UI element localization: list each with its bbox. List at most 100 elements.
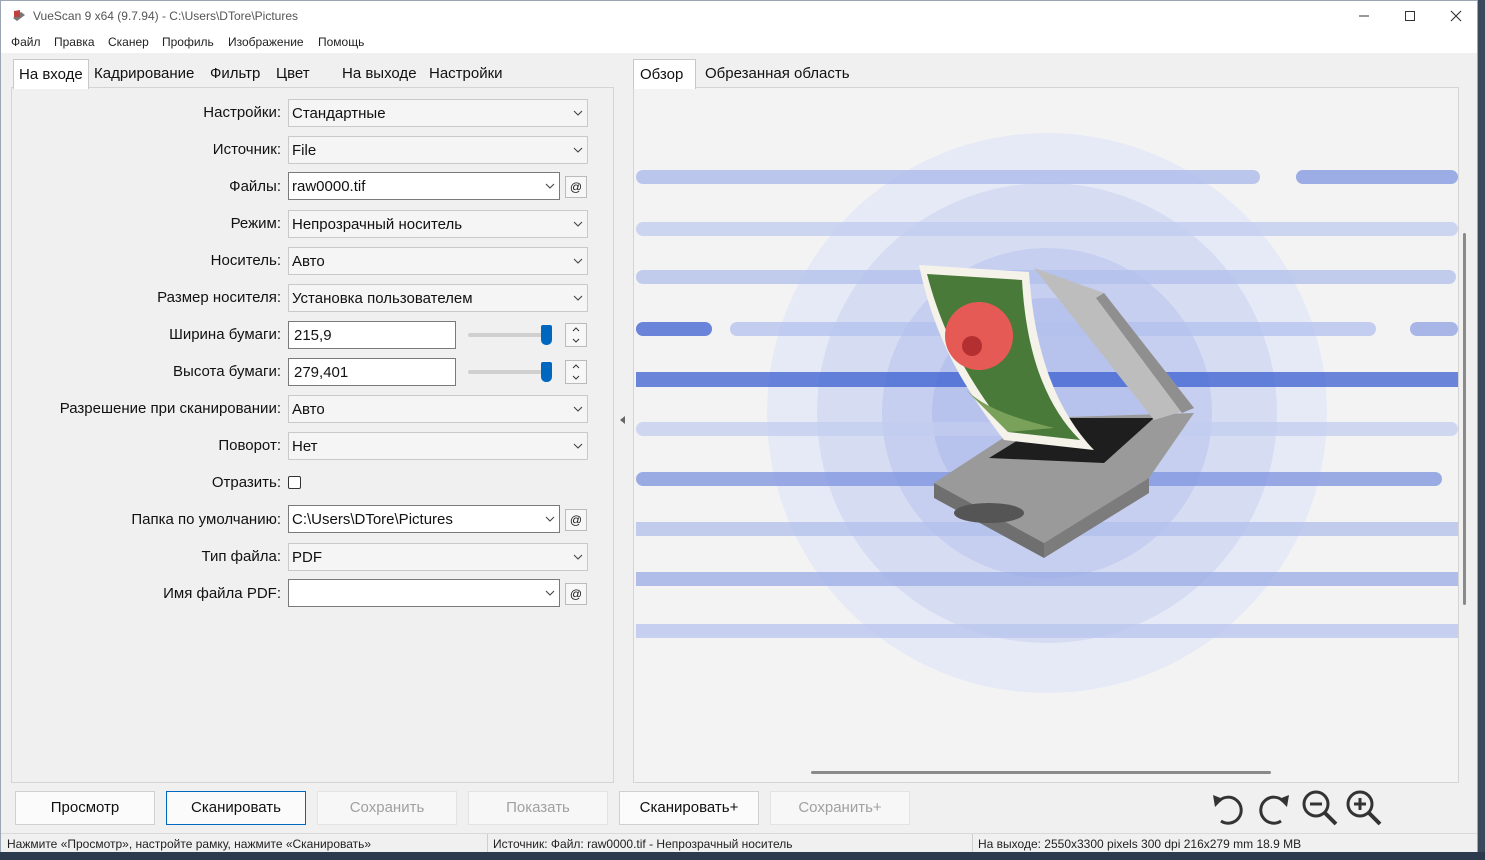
dropdown-arrow-icon (573, 258, 583, 264)
dropdown-arrow-icon (573, 221, 583, 227)
scan-plus-button[interactable]: Сканировать+ (619, 791, 759, 825)
spin-down-icon (572, 375, 580, 380)
media-select[interactable]: Авто (288, 247, 588, 275)
rotation-label: Поворот: (218, 437, 281, 454)
mode-select[interactable]: Непрозрачный носитель (288, 210, 588, 238)
zoom-in-icon[interactable] (1343, 787, 1385, 829)
preview-panel: Обзор Обрезанная область (633, 59, 1459, 783)
resolution-label: Разрешение при сканировании: (59, 400, 281, 417)
spin-up-icon (572, 364, 580, 369)
menu-help[interactable]: Помощь (318, 35, 364, 49)
default-folder-label: Папка по умолчанию: (131, 511, 281, 528)
rotation-value: Нет (292, 438, 318, 455)
paper-width-input[interactable]: 215,9 (288, 321, 456, 349)
paper-height-input[interactable]: 279,401 (288, 358, 456, 386)
desktop-background-strip (0, 852, 1485, 860)
paper-width-slider[interactable] (468, 333, 548, 337)
media-size-select[interactable]: Установка пользователем (288, 284, 588, 312)
zoom-out-icon[interactable] (1299, 787, 1341, 829)
mirror-checkbox[interactable] (288, 476, 301, 489)
spin-down-icon (572, 338, 580, 343)
dropdown-arrow-icon (573, 295, 583, 301)
preview-vertical-scrollbar[interactable] (1463, 233, 1466, 605)
tab-input[interactable]: На входе (13, 59, 89, 89)
file-type-label: Тип файла: (201, 548, 282, 565)
pdf-filename-at-button[interactable]: @ (565, 583, 587, 605)
input-tab-body: Настройки: Стандартные Источник: File Фа… (11, 87, 614, 783)
media-size-label: Размер носителя: (157, 289, 281, 306)
preview-button[interactable]: Просмотр (15, 791, 155, 825)
app-icon (13, 10, 25, 21)
tab-crop[interactable]: Кадрирование (89, 59, 199, 87)
source-label: Источник: (212, 141, 281, 158)
dropdown-arrow-icon (545, 516, 555, 522)
dropdown-arrow-icon (573, 147, 583, 153)
media-label: Носитель: (210, 252, 281, 269)
preview-area[interactable] (633, 87, 1459, 783)
scan-button[interactable]: Сканировать (166, 791, 306, 825)
menu-scanner[interactable]: Сканер (108, 35, 149, 49)
status-separator (972, 834, 973, 854)
mode-value: Непрозрачный носитель (292, 216, 463, 233)
tab-output[interactable]: На выходе (337, 59, 422, 87)
dropdown-arrow-icon (573, 406, 583, 412)
save-button[interactable]: Сохранить (317, 791, 457, 825)
maximize-button[interactable] (1387, 1, 1433, 31)
file-type-value: PDF (292, 549, 322, 566)
tab-preview[interactable]: Обзор (633, 59, 697, 89)
menu-profile[interactable]: Профиль (162, 35, 214, 49)
resolution-value: Авто (292, 401, 325, 418)
paper-width-slider-thumb[interactable] (541, 325, 552, 345)
paper-height-slider[interactable] (468, 370, 548, 374)
paper-height-spinner[interactable] (565, 360, 587, 384)
source-value: File (292, 142, 317, 159)
files-value: raw0000.tif (292, 178, 366, 195)
default-folder-combo[interactable]: C:\Users\DTore\Pictures (288, 505, 560, 533)
close-icon (1450, 10, 1462, 22)
tab-filter[interactable]: Фильтр (205, 59, 265, 87)
app-window: VueScan 9 x64 (9.7.94) - C:\Users\DTore\… (0, 0, 1478, 860)
menu-file[interactable]: Файл (11, 35, 41, 49)
mirror-label: Отразить: (211, 474, 281, 491)
source-select[interactable]: File (288, 136, 588, 164)
dropdown-arrow-icon (573, 110, 583, 116)
tab-settings[interactable]: Настройки (424, 59, 508, 87)
dropdown-arrow-icon (545, 183, 555, 189)
status-separator (487, 834, 488, 854)
settings-label: Настройки: (203, 104, 281, 121)
rotate-right-icon[interactable] (1253, 787, 1295, 829)
paper-width-spinner[interactable] (565, 323, 587, 347)
tab-color[interactable]: Цвет (271, 59, 315, 87)
status-bar: Нажмите «Просмотр», настройте рамку, наж… (1, 833, 1477, 854)
files-label: Файлы: (229, 178, 281, 195)
save-plus-button[interactable]: Сохранить+ (770, 791, 910, 825)
close-button[interactable] (1433, 1, 1479, 31)
tab-cropped-area[interactable]: Обрезанная область (700, 59, 855, 87)
menu-edit[interactable]: Правка (54, 35, 95, 49)
show-button[interactable]: Показать (468, 791, 608, 825)
rotation-select[interactable]: Нет (288, 432, 588, 460)
files-combo[interactable]: raw0000.tif (288, 172, 560, 200)
settings-select[interactable]: Стандартные (288, 99, 588, 127)
mode-label: Режим: (230, 215, 281, 232)
minimize-button[interactable] (1341, 1, 1387, 31)
settings-value: Стандартные (292, 105, 386, 122)
dropdown-arrow-icon (573, 443, 583, 449)
title-bar: VueScan 9 x64 (9.7.94) - C:\Users\DTore\… (1, 1, 1477, 31)
maximize-icon (1405, 11, 1415, 21)
collapse-arrow-icon[interactable] (618, 415, 626, 425)
default-folder-at-button[interactable]: @ (565, 509, 587, 531)
paper-height-slider-thumb[interactable] (541, 362, 552, 382)
menu-image[interactable]: Изображение (228, 35, 304, 49)
rotate-left-icon[interactable] (1207, 787, 1249, 829)
preview-horizontal-scrollbar[interactable] (811, 771, 1271, 774)
window-title: VueScan 9 x64 (9.7.94) - C:\Users\DTore\… (33, 9, 298, 23)
pdf-filename-combo[interactable] (288, 579, 560, 607)
resolution-select[interactable]: Авто (288, 395, 588, 423)
media-size-value: Установка пользователем (292, 290, 473, 307)
status-source: Источник: Файл: raw0000.tif - Непрозрачн… (493, 837, 793, 851)
menu-bar: Файл Правка Сканер Профиль Изображение П… (1, 31, 1477, 53)
file-type-select[interactable]: PDF (288, 543, 588, 571)
files-at-button[interactable]: @ (565, 176, 587, 198)
status-hint: Нажмите «Просмотр», настройте рамку, наж… (7, 837, 372, 851)
